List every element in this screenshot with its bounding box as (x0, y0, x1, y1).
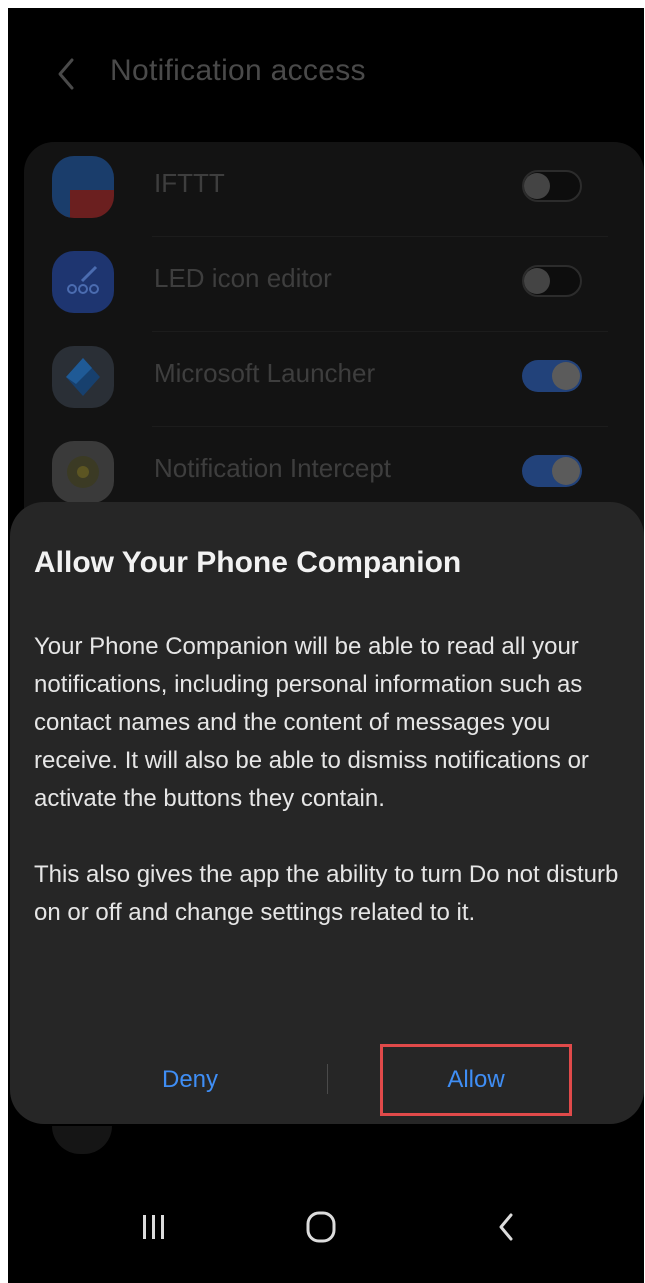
app-label: LED icon editor (154, 263, 332, 293)
list-item-microsoft-launcher[interactable]: Microsoft Launcher (24, 332, 644, 427)
microsoft-launcher-icon (52, 346, 114, 408)
app-bar: Notification access (8, 8, 644, 138)
toggle-switch-notification-intercept[interactable] (522, 455, 582, 487)
home-icon[interactable] (303, 1209, 339, 1245)
led-editor-icon (52, 251, 114, 313)
button-divider (327, 1064, 328, 1094)
dialog-button-row: Deny Allow (10, 1044, 644, 1116)
toggle-switch-microsoft-launcher[interactable] (522, 360, 582, 392)
list-item-ifttt[interactable]: IFTTT (24, 142, 644, 237)
ifttt-icon (52, 156, 114, 218)
page-title: Notification access (110, 54, 366, 87)
deny-button[interactable]: Deny (100, 1044, 280, 1116)
back-arrow-icon[interactable] (52, 54, 82, 94)
app-label: Microsoft Launcher (154, 358, 376, 388)
dialog-paragraph: Your Phone Companion will be able to rea… (34, 633, 589, 812)
dialog-message: Your Phone Companion will be able to rea… (34, 628, 634, 932)
recents-icon[interactable] (134, 1211, 174, 1243)
back-icon[interactable] (493, 1209, 521, 1245)
allow-button[interactable]: Allow (380, 1044, 572, 1116)
permission-dialog: Allow Your Phone Companion Your Phone Co… (10, 502, 644, 1124)
list-item-led-icon-editor[interactable]: LED icon editor (24, 237, 644, 332)
notification-intercept-icon (52, 441, 114, 503)
toggle-switch-ifttt[interactable] (522, 170, 582, 202)
phone-screen: Notification access IFTTT LED icon edito… (8, 8, 644, 1283)
obscured-app-icon (52, 1126, 112, 1154)
system-navigation-bar (8, 1163, 644, 1283)
toggle-switch-led-icon-editor[interactable] (522, 265, 582, 297)
app-label: Notification Intercept (154, 453, 392, 483)
dialog-paragraph: This also gives the app the ability to t… (34, 861, 619, 926)
dialog-title: Allow Your Phone Companion (34, 546, 462, 579)
app-label: IFTTT (154, 168, 225, 198)
